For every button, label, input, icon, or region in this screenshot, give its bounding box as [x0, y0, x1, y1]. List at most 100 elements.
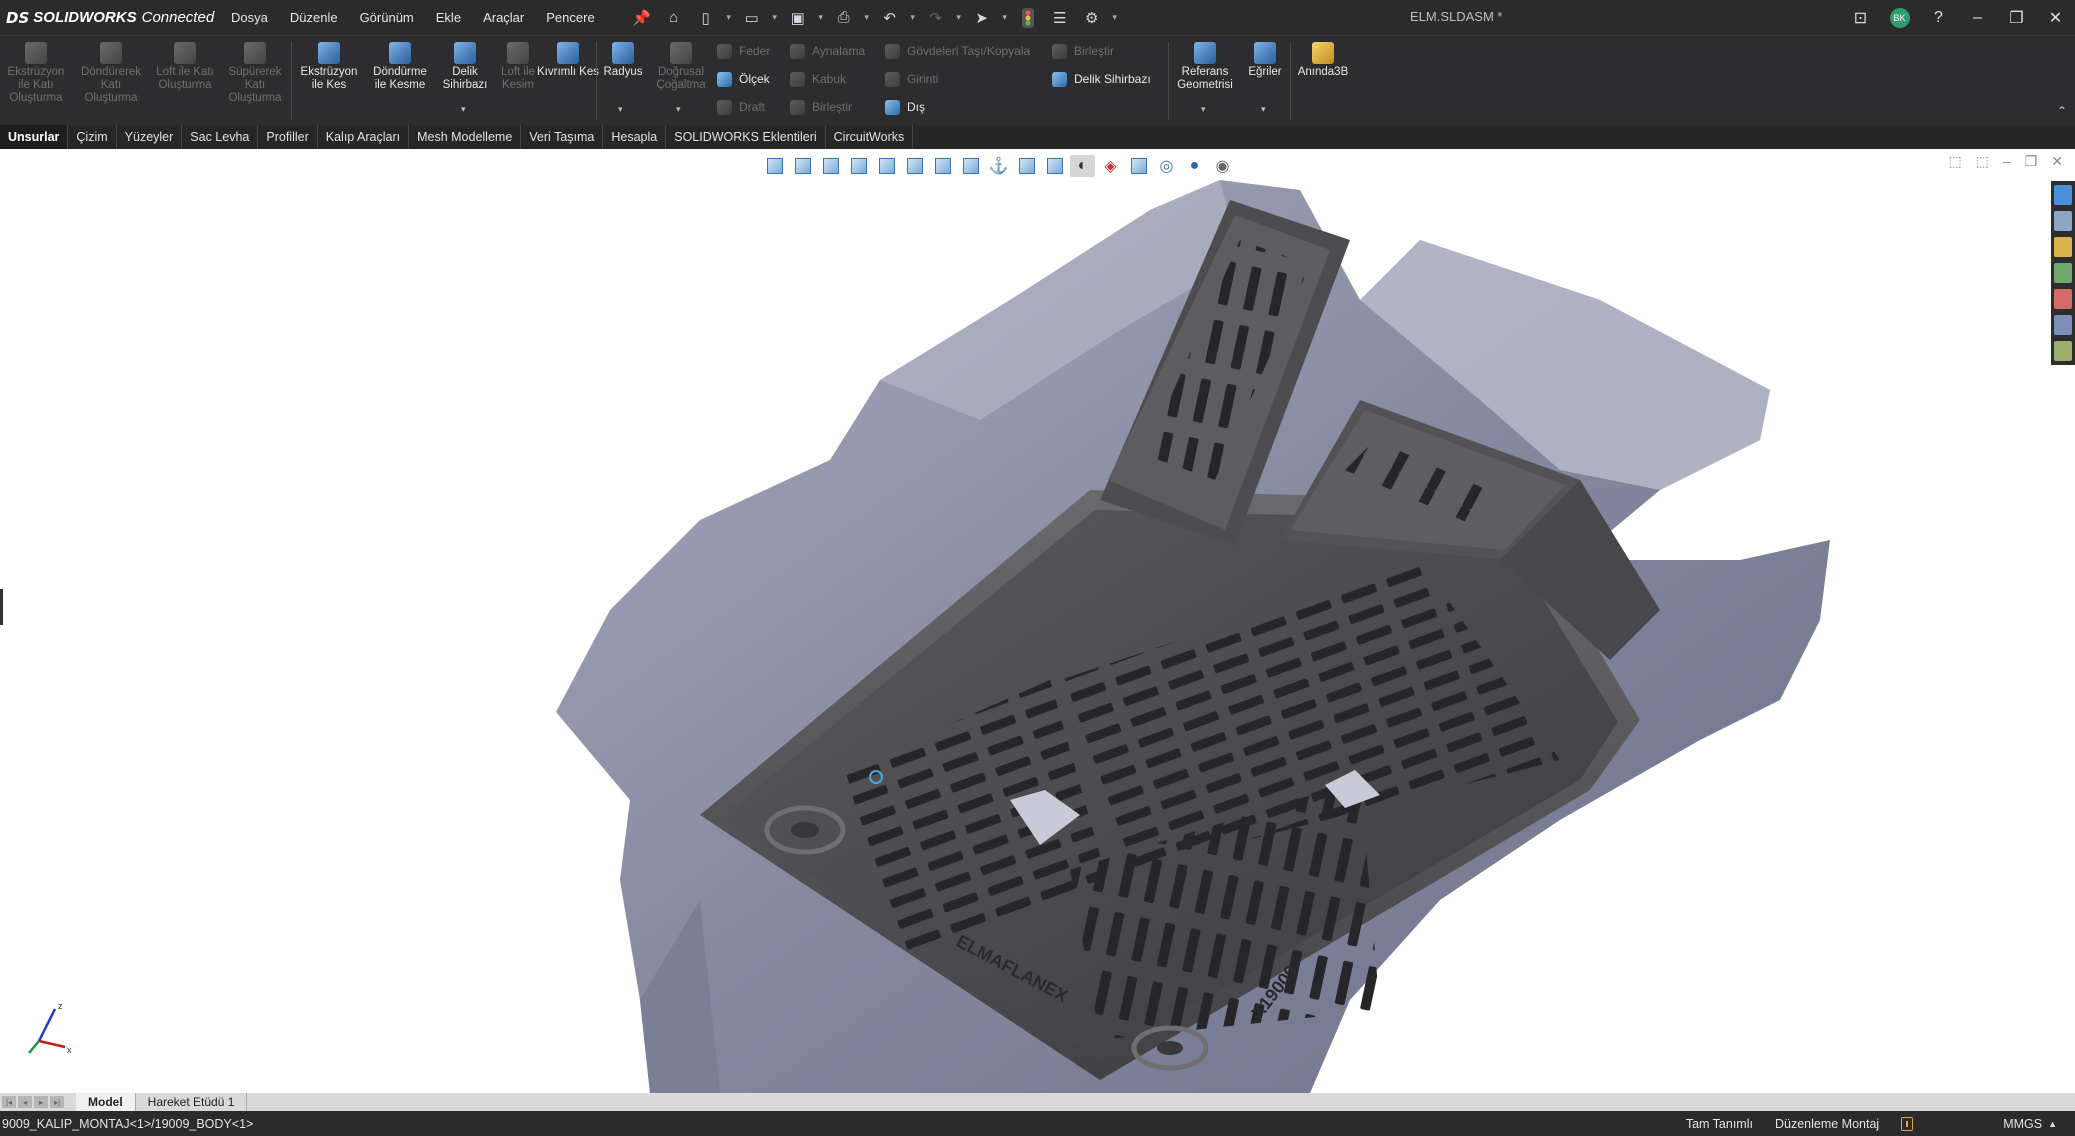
- command-prompt-icon[interactable]: ⊡: [1841, 0, 1880, 35]
- reference-geometry-dropdown-icon[interactable]: ▾: [1201, 104, 1206, 115]
- pin-icon[interactable]: 📌: [628, 6, 656, 30]
- extrude-boss-button[interactable]: Ekstrüzyon ile Katı Oluşturma: [3, 42, 69, 105]
- curves-button[interactable]: Eğriler: [1232, 42, 1298, 79]
- save-icon[interactable]: ▣: [784, 6, 812, 30]
- view-orientation-icon[interactable]: [902, 155, 927, 177]
- open-dropdown-icon[interactable]: ▾: [770, 12, 780, 23]
- linear-pattern-button[interactable]: Doğrusal Çoğaltma: [648, 42, 714, 92]
- first-tab-icon[interactable]: |◂: [2, 1096, 16, 1108]
- undo-dropdown-icon[interactable]: ▾: [908, 12, 918, 23]
- undo-icon[interactable]: ↶: [876, 6, 904, 30]
- graphics-area[interactable]: ELMAFLANEX X19009 ⚓ ◐ ◈ ◎ ● ◉ ⬚ ⬚ – ❐ ✕ …: [0, 149, 2075, 1093]
- units-menu-icon[interactable]: ▲: [2048, 1119, 2057, 1129]
- revolve-boss-button[interactable]: Döndürerek Katı Oluşturma: [78, 42, 144, 105]
- close-icon[interactable]: ✕: [2036, 0, 2075, 35]
- indent-button[interactable]: Girinti: [885, 68, 938, 90]
- rib-button[interactable]: Feder: [717, 40, 770, 62]
- prev-tab-icon[interactable]: ◂: [18, 1096, 32, 1108]
- tab-yuzeyler[interactable]: Yüzeyler: [117, 125, 183, 149]
- standard-views-icon[interactable]: [1042, 155, 1067, 177]
- hole-wizard-small-button[interactable]: Delik Sihirbazı: [1052, 68, 1151, 90]
- tab-profiller[interactable]: Profiller: [258, 125, 318, 149]
- last-tab-icon[interactable]: ▸|: [50, 1096, 64, 1108]
- shell-button[interactable]: Kabuk: [790, 68, 846, 90]
- hide-show-icon[interactable]: [958, 155, 983, 177]
- 3d-model-scene[interactable]: ELMAFLANEX X19009: [0, 149, 2075, 1093]
- tab-solidworks-eklentileri[interactable]: SOLIDWORKS Eklentileri: [666, 125, 826, 149]
- split-view-icon[interactable]: ⬚: [1948, 153, 1961, 170]
- viewport-restore-icon[interactable]: ❐: [2025, 153, 2038, 170]
- user-avatar[interactable]: BK: [1880, 0, 1919, 35]
- rotate-view-icon[interactable]: ⚓: [986, 155, 1011, 177]
- redo-dropdown-icon[interactable]: ▾: [954, 12, 964, 23]
- view-settings-icon[interactable]: ◎: [1154, 155, 1179, 177]
- hide-show-items-icon[interactable]: ◐: [1070, 155, 1095, 177]
- single-view-icon[interactable]: ⬚: [1976, 153, 1989, 170]
- tab-model[interactable]: Model: [76, 1093, 136, 1111]
- reference-geometry-button[interactable]: Referans Geometrisi: [1172, 42, 1238, 92]
- menu-araclar[interactable]: Araçlar: [472, 10, 535, 25]
- feature-tree-toggle[interactable]: [0, 589, 3, 625]
- tab-circuitworks[interactable]: CircuitWorks: [826, 125, 914, 149]
- pattern-dropdown-icon[interactable]: ▾: [676, 104, 681, 115]
- tab-kalip-araclari[interactable]: Kalıp Araçları: [318, 125, 410, 149]
- file-explorer-icon[interactable]: [2054, 237, 2072, 257]
- scale-button[interactable]: Ölçek: [717, 68, 770, 90]
- menu-dosya[interactable]: Dosya: [220, 10, 279, 25]
- draft-button[interactable]: Draft: [717, 96, 765, 118]
- tab-motion-study[interactable]: Hareket Etüdü 1: [136, 1093, 248, 1111]
- mirror-button[interactable]: Aynalama: [790, 40, 865, 62]
- ambient-occlusion-icon[interactable]: ◉: [1210, 155, 1235, 177]
- edit-appearance-icon[interactable]: ◈: [1098, 155, 1123, 177]
- rebuild-icon[interactable]: [1901, 1116, 1914, 1131]
- design-library-icon[interactable]: [2054, 211, 2072, 231]
- restore-icon[interactable]: ❐: [1997, 0, 2036, 35]
- move-copy-bodies-button[interactable]: Gövdeleri Taşı/Kopyala: [885, 40, 1030, 62]
- apply-scene-icon[interactable]: [1126, 155, 1151, 177]
- curves-dropdown-icon[interactable]: ▾: [1261, 104, 1266, 115]
- open-file-icon[interactable]: ▭: [738, 6, 766, 30]
- cosmetic-thread-button[interactable]: Dış: [885, 96, 925, 118]
- hole-wizard-dropdown-icon[interactable]: ▾: [461, 104, 466, 115]
- help-icon[interactable]: ?: [1919, 0, 1958, 35]
- menu-ekle[interactable]: Ekle: [425, 10, 472, 25]
- save-dropdown-icon[interactable]: ▾: [816, 12, 826, 23]
- unit-system[interactable]: MMGS: [2003, 1117, 2042, 1131]
- print-dropdown-icon[interactable]: ▾: [862, 12, 872, 23]
- sweep-boss-button[interactable]: Süpürerek Katı Oluşturma: [222, 42, 288, 105]
- custom-properties-icon[interactable]: [2054, 315, 2072, 335]
- instant3d-button[interactable]: Anında3B: [1290, 42, 1356, 79]
- viewport-close-icon[interactable]: ✕: [2051, 153, 2063, 170]
- forum-icon[interactable]: [2054, 341, 2072, 361]
- dynamic-annotation-icon[interactable]: [874, 155, 899, 177]
- view-palette-icon[interactable]: [2054, 263, 2072, 283]
- revolve-cut-button[interactable]: Döndürme ile Kesme: [367, 42, 433, 92]
- zoom-to-area-icon[interactable]: [790, 155, 815, 177]
- select-dropdown-icon[interactable]: ▾: [1000, 12, 1010, 23]
- section-view-icon[interactable]: [846, 155, 871, 177]
- combine-button[interactable]: Birleştir: [1052, 40, 1114, 62]
- tab-veri-tasima[interactable]: Veri Taşıma: [521, 125, 604, 149]
- redo-icon[interactable]: ↷: [922, 6, 950, 30]
- new-dropdown-icon[interactable]: ▾: [724, 12, 734, 23]
- extrude-cut-button[interactable]: Ekstrüzyon ile Kes: [296, 42, 362, 92]
- new-file-icon[interactable]: ▯: [692, 6, 720, 30]
- tab-mesh-modelleme[interactable]: Mesh Modelleme: [409, 125, 522, 149]
- file-properties-icon[interactable]: ☰: [1046, 6, 1074, 30]
- options-gear-icon[interactable]: ⚙: [1078, 6, 1106, 30]
- tab-sac-levha[interactable]: Sac Levha: [182, 125, 259, 149]
- viewport-minimize-icon[interactable]: –: [2003, 153, 2011, 170]
- display-style-icon[interactable]: [930, 155, 955, 177]
- options-dropdown-icon[interactable]: ▾: [1110, 12, 1120, 23]
- tab-unsurlar[interactable]: Unsurlar: [0, 125, 69, 149]
- menu-pencere[interactable]: Pencere: [535, 10, 605, 25]
- menu-gorunum[interactable]: Görünüm: [349, 10, 425, 25]
- traffic-light-icon[interactable]: [1014, 6, 1042, 30]
- fillet-button[interactable]: Radyus: [590, 42, 656, 79]
- previous-view-icon[interactable]: [818, 155, 843, 177]
- realview-icon[interactable]: ●: [1182, 155, 1207, 177]
- minimize-icon[interactable]: –: [1958, 0, 1997, 35]
- fillet-dropdown-icon[interactable]: ▾: [618, 104, 623, 115]
- next-tab-icon[interactable]: ▸: [34, 1096, 48, 1108]
- zoom-to-fit-icon[interactable]: [762, 155, 787, 177]
